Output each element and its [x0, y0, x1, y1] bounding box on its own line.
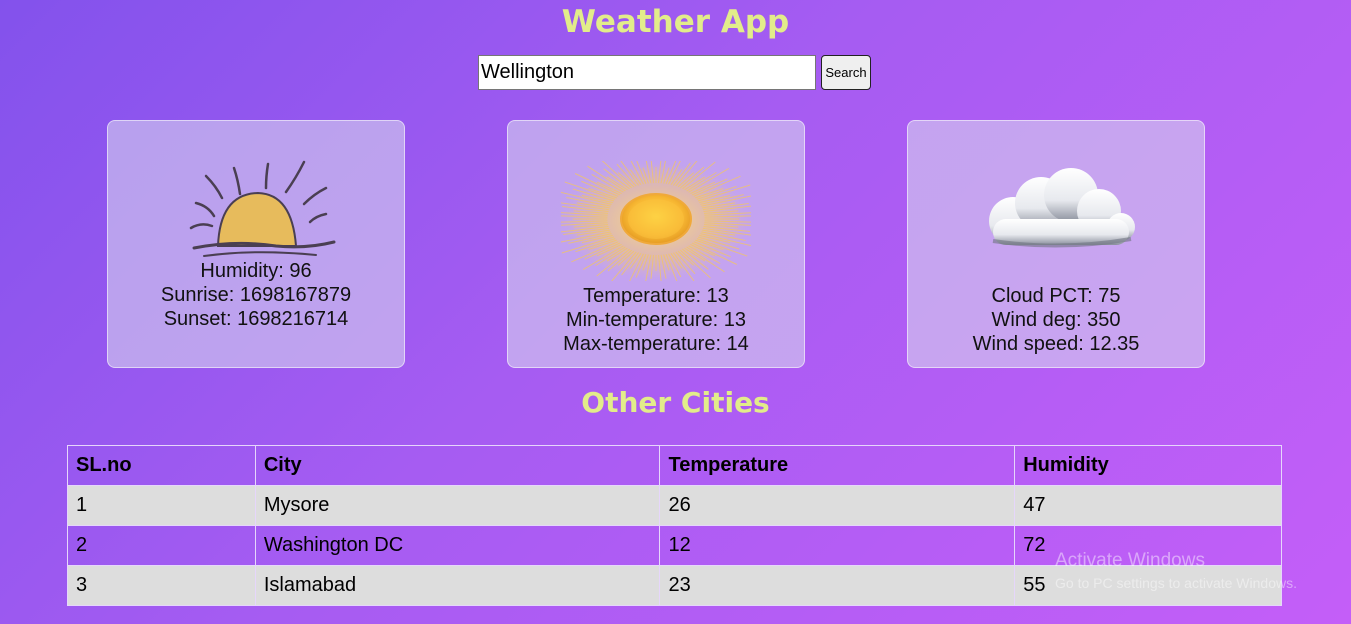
- app-title: Weather App: [561, 4, 790, 40]
- wind-deg-label: Wind deg: 350: [991, 309, 1121, 331]
- temperature-card: Temperature: 13 Min-temperature: 13 Max-…: [507, 120, 805, 368]
- cell-temperature: 23: [659, 565, 1016, 606]
- max-temperature-label: Max-temperature: 14: [563, 333, 749, 355]
- table-row: 2 Washington DC 12 72: [67, 525, 1282, 566]
- cell-slno: 2: [67, 525, 256, 566]
- wind-card: Cloud PCT: 75 Wind deg: 350 Wind speed: …: [907, 120, 1205, 368]
- column-header-slno: SL.no: [67, 445, 256, 486]
- cell-slno: 1: [67, 485, 256, 526]
- sunrise-icon: [108, 156, 404, 266]
- sunset-label: Sunset: 1698216714: [163, 308, 349, 330]
- min-temperature-label: Min-temperature: 13: [565, 309, 747, 331]
- cell-humidity: 55: [1014, 565, 1282, 606]
- cell-temperature: 12: [659, 525, 1016, 566]
- search-bar: Search: [478, 55, 871, 90]
- city-search-input[interactable]: [478, 55, 816, 90]
- cell-humidity: 47: [1014, 485, 1282, 526]
- column-header-humidity: Humidity: [1014, 445, 1282, 486]
- cell-city: Islamabad: [254, 565, 661, 606]
- sun-icon: [508, 161, 804, 281]
- humidity-label: Humidity: 96: [200, 260, 312, 282]
- sunrise-label: Sunrise: 1698167879: [160, 284, 352, 306]
- cell-temperature: 26: [659, 485, 1016, 526]
- other-cities-title: Other Cities: [581, 386, 770, 419]
- column-header-temperature: Temperature: [659, 445, 1016, 486]
- cell-humidity: 72: [1014, 525, 1282, 566]
- cell-city: Washington DC: [254, 525, 661, 566]
- wind-speed-label: Wind speed: 12.35: [972, 333, 1140, 355]
- table-header-row: SL.no City Temperature Humidity: [67, 445, 1282, 486]
- cell-city: Mysore: [254, 485, 661, 526]
- cloud-pct-label: Cloud PCT: 75: [991, 285, 1121, 307]
- search-button[interactable]: Search: [821, 55, 871, 90]
- cell-slno: 3: [67, 565, 256, 606]
- sun-times-card: Humidity: 96 Sunrise: 1698167879 Sunset:…: [107, 120, 405, 368]
- column-header-city: City: [254, 445, 661, 486]
- table-row: 1 Mysore 26 47: [67, 485, 1282, 526]
- cloud-icon: [908, 159, 1204, 259]
- other-cities-table: SL.no City Temperature Humidity 1 Mysore…: [67, 445, 1282, 606]
- table-row: 3 Islamabad 23 55: [67, 565, 1282, 606]
- temperature-label: Temperature: 13: [583, 285, 729, 307]
